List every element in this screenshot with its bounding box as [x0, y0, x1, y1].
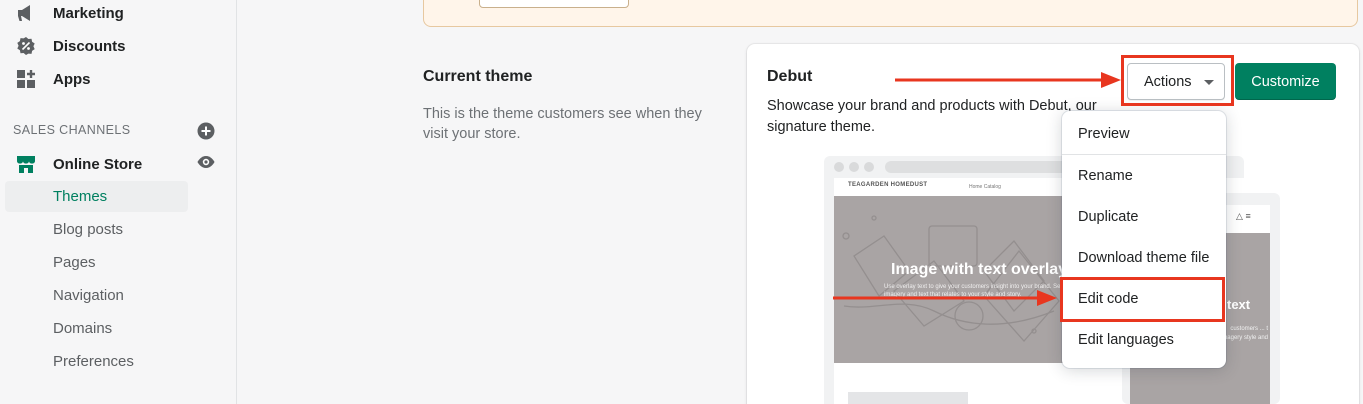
banner-button[interactable]: [479, 0, 629, 8]
current-theme-description: This is the theme customers see when the…: [423, 106, 702, 142]
apps-icon: [16, 69, 36, 89]
add-sales-channel-icon[interactable]: [197, 122, 215, 140]
arrow-to-actions-icon: [895, 72, 1121, 88]
discount-icon: [16, 36, 36, 56]
sidebar-item-label: Marketing: [53, 4, 124, 22]
store-icon: [16, 154, 36, 174]
preview-placeholder-bar: [848, 392, 968, 404]
sidebar-item-label: Pages: [53, 254, 96, 271]
customize-button[interactable]: Customize: [1235, 63, 1336, 100]
preview-hero-title: Image with text overlay: [891, 261, 1068, 278]
menu-item-preview[interactable]: Preview: [1078, 126, 1130, 142]
sidebar-item-label: Blog posts: [53, 221, 124, 238]
sidebar-item-label: Online Store: [53, 155, 143, 173]
menu-divider: [1062, 154, 1226, 155]
sidebar-item-label: Navigation: [53, 287, 124, 304]
arrow-to-edit-code-icon: [833, 290, 1057, 306]
sales-channels-heading: SALES CHANNELS: [13, 123, 131, 137]
actions-highlight-box: [1121, 55, 1234, 106]
theme-name: Debut: [767, 68, 813, 85]
menu-item-rename[interactable]: Rename: [1078, 168, 1133, 184]
sidebar-item-preferences[interactable]: Preferences: [5, 346, 188, 377]
menu-icon: ≡: [1245, 211, 1251, 221]
window-dot: [834, 162, 844, 172]
mobile-hero-title: text: [1227, 297, 1251, 312]
menu-item-download-theme-file[interactable]: Download theme file: [1078, 250, 1209, 266]
cart-icon: △: [1236, 211, 1243, 221]
megaphone-icon: [16, 3, 36, 23]
sidebar-item-label: Domains: [53, 320, 113, 337]
menu-item-duplicate[interactable]: Duplicate: [1078, 209, 1138, 225]
view-store-eye-icon[interactable]: [197, 155, 215, 169]
preview-brand: TEAGARDEN HOMEDUST: [848, 182, 928, 188]
sidebar: Marketing Discounts Apps SALES CHANNELS …: [0, 0, 237, 404]
preview-nav-links: Home Catalog: [969, 184, 1001, 190]
sidebar-item-label: Discounts: [53, 37, 126, 55]
sidebar-item-themes[interactable]: Themes: [5, 181, 188, 212]
sidebar-item-label: Themes: [53, 188, 108, 205]
sidebar-item-pages[interactable]: Pages: [5, 247, 188, 278]
window-dot: [849, 162, 859, 172]
menu-item-edit-languages[interactable]: Edit languages: [1078, 332, 1174, 348]
sidebar-item-label: Preferences: [53, 353, 134, 370]
window-dot: [864, 162, 874, 172]
actions-dropdown-menu: Preview Rename Duplicate Download theme …: [1062, 111, 1226, 368]
current-theme-title: Current theme: [423, 68, 533, 85]
sidebar-item-navigation[interactable]: Navigation: [5, 280, 188, 311]
edit-code-highlight-box: [1060, 277, 1225, 322]
sidebar-item-label: Apps: [53, 70, 91, 88]
sidebar-item-domains[interactable]: Domains: [5, 313, 188, 344]
sidebar-item-blog-posts[interactable]: Blog posts: [5, 214, 188, 245]
mobile-header-icons: △ ≡: [1236, 211, 1251, 222]
